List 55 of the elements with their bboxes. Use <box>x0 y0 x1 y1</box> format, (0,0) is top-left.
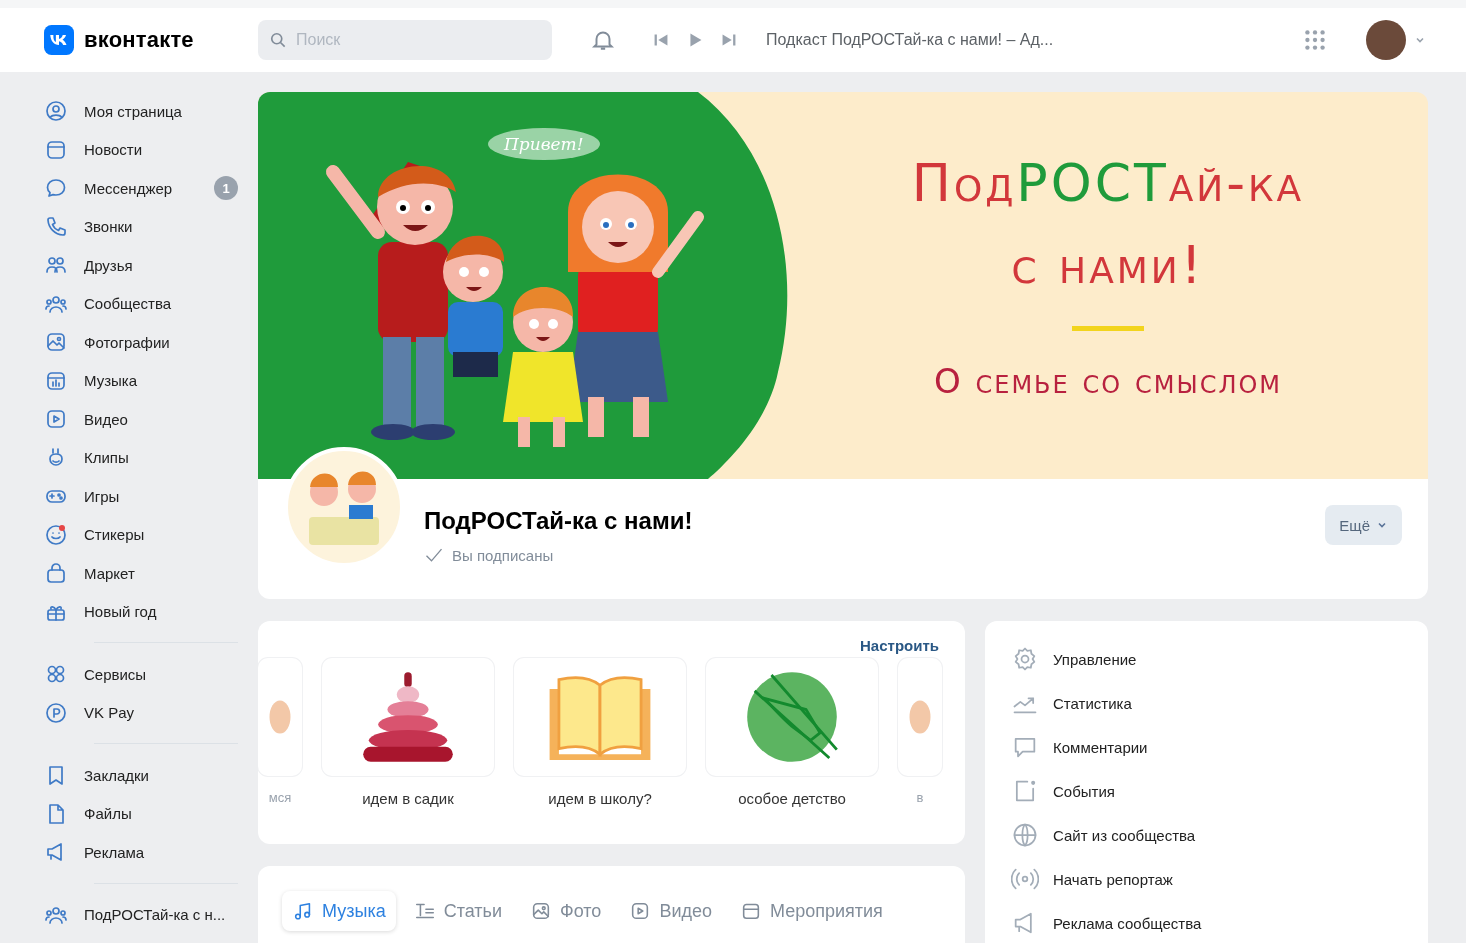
unread-count: 1 <box>214 176 238 201</box>
admin-menu-item[interactable]: События <box>1053 782 1115 800</box>
sidebar-item[interactable]: Видео <box>84 410 128 428</box>
sidebar-item[interactable]: Игры <box>84 487 120 505</box>
logo-icon[interactable] <box>44 25 74 55</box>
sidebar-item[interactable]: Файлы <box>84 805 132 823</box>
sidebar-item[interactable]: Мессенджер <box>84 179 173 197</box>
admin-menu-item[interactable]: Начать репортаж <box>1053 870 1173 888</box>
globe-icon <box>1011 821 1039 849</box>
section-tab[interactable]: Музыка <box>282 891 396 931</box>
admin-menu-item[interactable]: Статистика <box>1053 694 1132 712</box>
cover-subtitle: О семье со смыслом <box>933 361 1283 401</box>
sidebar-item[interactable]: Друзья <box>84 256 133 274</box>
playlist-cover[interactable] <box>322 658 494 776</box>
admin-menu-item[interactable]: Сайт из сообщества <box>1053 826 1196 844</box>
sidebar-item[interactable]: Реклама <box>84 843 145 861</box>
apps-grid-icon[interactable] <box>1302 27 1328 53</box>
sidebar-item[interactable]: VK Pay <box>84 704 135 722</box>
sidebar-item[interactable]: Клипы <box>84 449 129 467</box>
sidebar-item[interactable]: Звонки <box>84 218 133 236</box>
logo-text[interactable]: вконтакте <box>84 27 194 53</box>
photo-icon <box>530 900 552 922</box>
cover-title: ПодРОСТай-ка <box>911 152 1305 215</box>
playlist-title[interactable]: идем в школу? <box>548 790 652 807</box>
customize-link[interactable]: Настроить <box>860 637 939 654</box>
sidebar-item[interactable]: Фотографии <box>84 333 170 351</box>
admin-menu-item[interactable]: Управление <box>1053 650 1137 668</box>
admin-menu-item[interactable]: Реклама сообщества <box>1053 914 1202 932</box>
subscription-status: Вы подписаны <box>452 546 554 564</box>
more-button[interactable]: Ещё <box>1325 505 1402 545</box>
sidebar-item[interactable]: ПодРОСТай-ка с н... <box>84 906 226 924</box>
playlist-cover[interactable] <box>706 658 878 776</box>
admin-menu-item[interactable]: Комментарии <box>1053 738 1148 756</box>
sticker-icon <box>44 522 68 547</box>
phone-icon <box>44 214 68 239</box>
sidebar-item[interactable]: Сервисы <box>84 665 147 683</box>
sidebar-item[interactable]: Музыка <box>84 372 138 390</box>
search-field[interactable]: Поиск <box>258 20 552 60</box>
sidebar-item[interactable]: Новый год <box>84 603 157 621</box>
track-title[interactable]: Подкаст ПодРОСТай-ка с нами! – Ад... <box>766 31 1054 49</box>
avatar[interactable] <box>1366 20 1406 60</box>
community-name: ПодРОСТай-ка с нами! <box>424 507 693 535</box>
search-icon <box>268 30 288 50</box>
sidebar-item[interactable]: Маркет <box>84 564 135 582</box>
payment-icon <box>44 700 68 725</box>
user-circle-icon <box>44 99 68 124</box>
sidebar-item[interactable]: Стикеры <box>84 526 145 544</box>
playlist-title[interactable]: идем в садик <box>362 790 454 807</box>
sidebar-item[interactable]: Новости <box>84 141 143 159</box>
cover-title-line: с нами! <box>1011 234 1205 297</box>
sidebar-item[interactable]: Закладки <box>84 766 149 784</box>
shopping-bag-icon <box>44 561 68 586</box>
sidebar-item[interactable]: Сообщества <box>84 295 172 313</box>
playlist-title[interactable]: особое детство <box>738 790 846 807</box>
sidebar-item[interactable]: Моя страница <box>84 102 182 120</box>
